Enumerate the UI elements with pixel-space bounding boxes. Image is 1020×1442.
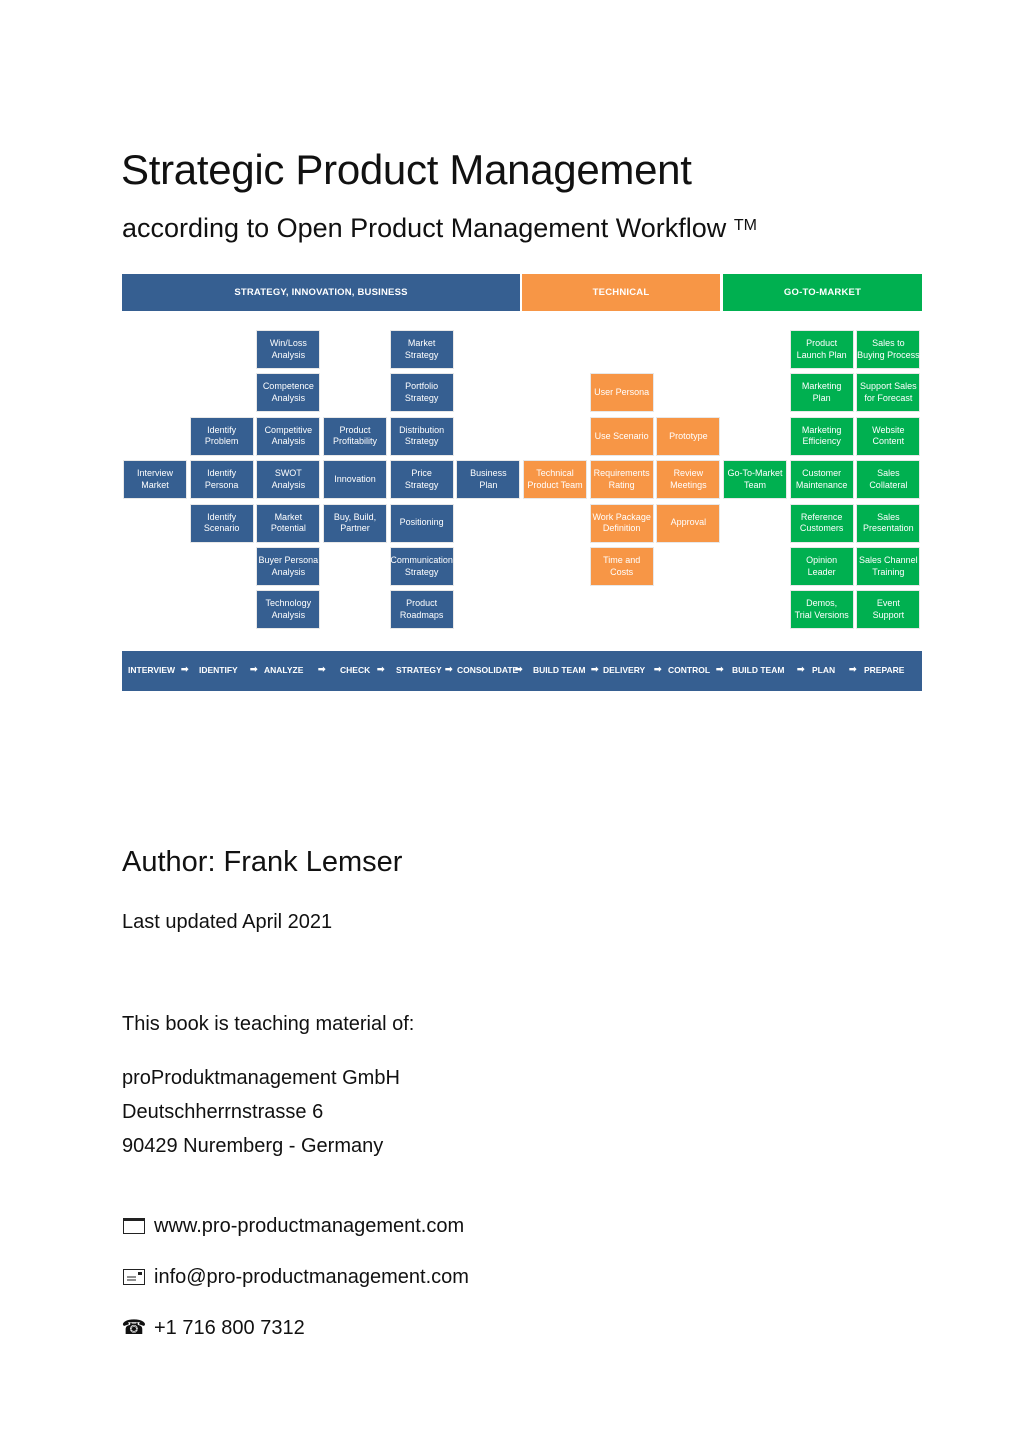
workflow-box-customer-maintenance: Customer Maintenance	[789, 460, 854, 500]
workflow-box-identify-problem: Identify Problem	[189, 416, 254, 456]
flow-step: PLAN	[812, 665, 836, 675]
workflow-box-communication-strategy: Communication Strategy	[389, 547, 454, 586]
page-title: Strategic Product Management	[121, 146, 692, 193]
contact-email: info@pro-productmanagement.com	[122, 1263, 469, 1291]
workflow-box-approval: Approval	[656, 503, 721, 543]
workflow-box-marketing-plan: Marketing Plan	[789, 373, 854, 413]
author: Author: Frank Lemser	[122, 846, 403, 878]
last-updated: Last updated April 2021	[122, 911, 333, 933]
workflow-box-time-and-costs: Time and Costs	[589, 547, 654, 586]
workflow-box-sales-channel-training: Sales Channel Training	[856, 547, 921, 586]
trademark-mark: TM	[733, 217, 757, 234]
email-link[interactable]: info@pro-productmanagement.com	[154, 1263, 469, 1291]
workflow-box-product-launch-plan: Product Launch Plan	[789, 330, 854, 369]
workflow-box-buy-build-partner: Buy, Build, Partner	[323, 503, 387, 543]
header-strategy: STRATEGY, INNOVATION, BUSINESS	[122, 274, 520, 311]
flow-arrow-icon: ➡	[797, 664, 805, 674]
workflow-box-business-plan: Business Plan	[456, 460, 521, 500]
flow-step: PREPARE	[864, 665, 905, 675]
workflow-box-market-strategy: Market Strategy	[389, 330, 454, 369]
flow-step: BUILD TEAM	[533, 665, 586, 675]
workflow-box-product-roadmaps: Product Roadmaps	[389, 590, 454, 630]
flow-arrow-icon: ➡	[849, 664, 857, 674]
workflow-box-interview-market: Interview Market	[123, 460, 187, 500]
company-name: proProduktmanagement GmbH	[122, 1067, 400, 1089]
workflow-box-event-support: Event Support	[856, 590, 921, 630]
header-technical: TECHNICAL	[522, 274, 720, 311]
workflow-box-innovation: Innovation	[323, 460, 387, 500]
email-icon	[122, 1268, 146, 1286]
flow-step: DELIVERY	[603, 665, 646, 675]
workflow-box-portfolio-strategy: Portfolio Strategy	[389, 373, 454, 413]
workflow-box-price-strategy: Price Strategy	[389, 460, 454, 500]
teaching-note: This book is teaching material of:	[122, 1013, 415, 1035]
web-window-icon	[122, 1217, 146, 1235]
phone-number: +1 716 800 7312	[154, 1317, 305, 1339]
page-subtitle: according to Open Product Management Wor…	[122, 208, 757, 248]
workflow-box-review-meetings: Review Meetings	[656, 460, 721, 500]
workflow-box-demos-trial-versions: Demos, Trial Versions	[789, 590, 854, 630]
flow-step: INTERVIEW	[128, 665, 176, 675]
workflow-box-swot-analysis: SWOT Analysis	[256, 460, 321, 500]
workflow-box-user-persona: User Persona	[589, 373, 654, 413]
workflow-box-work-package-definition: Work Package Definition	[589, 503, 654, 543]
workflow-box-distribution-strategy: Distribution Strategy	[389, 416, 454, 456]
flow-step: ANALYZE	[264, 665, 304, 675]
workflow-box-reference-customers: Reference Customers	[789, 503, 854, 543]
workflow-box-sales-collateral: Sales Collateral	[856, 460, 921, 500]
workflow-box-positioning: Positioning	[389, 503, 454, 543]
workflow-box-sales-presentation: Sales Presentation	[856, 503, 921, 543]
workflow-box-buyer-persona-analysis: Buyer Persona Analysis	[256, 547, 321, 586]
flow-arrow-icon: ➡	[377, 664, 385, 674]
flow-arrow-icon: ➡	[318, 664, 326, 674]
website-link[interactable]: www.pro-productmanagement.com	[154, 1212, 464, 1240]
header-go-to-market: GO-TO-MARKET	[723, 274, 922, 311]
flow-step: BUILD TEAM	[732, 665, 785, 675]
company-address: proProduktmanagement GmbH Deutschherrnst…	[122, 1061, 400, 1163]
workflow-box-identify-persona: Identify Persona	[189, 460, 254, 500]
workflow-flow-bar: INTERVIEW ➡ IDENTIFY ➡ ANALYZE ➡ CHECK ➡ STRATEG…	[122, 651, 922, 691]
workflow-box-marketing-efficiency: Marketing Efficiency	[789, 416, 854, 456]
workflow-box-identify-scenario: Identify Scenario	[189, 503, 254, 543]
flow-step: CONSOLIDATE	[457, 665, 519, 675]
company-street: Deutschherrnstrasse 6	[122, 1101, 324, 1123]
contact-website: www.pro-productmanagement.com	[122, 1212, 464, 1240]
flow-arrow-icon: ➡	[181, 664, 189, 674]
workflow-box-sales-to-buying-process: Sales to Buying Process	[856, 330, 921, 369]
workflow-box-product-profitability: Product Profitability	[323, 416, 387, 456]
subtitle-text: according to Open Product Management Wor…	[122, 213, 727, 243]
workflow-box-market-potential: Market Potential	[256, 503, 321, 543]
flow-arrow-icon: ➡	[716, 664, 724, 674]
workflow-diagram: STRATEGY, INNOVATION, BUSINESS TECHNICAL…	[122, 274, 922, 692]
flow-arrow-icon: ➡	[445, 664, 453, 674]
workflow-box-win-loss-analysis: Win/Loss Analysis	[256, 330, 321, 369]
contact-phone: ☎ +1 716 800 7312	[122, 1314, 305, 1342]
flow-arrow-icon: ➡	[515, 664, 523, 674]
workflow-box-go-to-market-team: Go-To-Market Team	[723, 460, 787, 500]
workflow-box-prototype: Prototype	[656, 416, 721, 456]
workflow-box-website-content: Website Content	[856, 416, 921, 456]
flow-step: STRATEGY	[396, 665, 442, 675]
flow-step: IDENTIFY	[199, 665, 238, 675]
flow-arrow-icon: ➡	[250, 664, 258, 674]
phone-icon: ☎	[121, 1317, 147, 1339]
flow-step: CHECK	[340, 665, 371, 675]
flow-step: CONTROL	[668, 665, 711, 675]
workflow-box-requirements-rating: Requirements Rating	[589, 460, 654, 500]
workflow-box-technical-product-team: Technical Product Team	[523, 460, 587, 500]
flow-arrow-icon: ➡	[654, 664, 662, 674]
workflow-box-competitive-analysis: Competitive Analysis	[256, 416, 321, 456]
flow-arrow-icon: ➡	[591, 664, 599, 674]
workflow-box-opinion-leader: Opinion Leader	[789, 547, 854, 586]
workflow-box-competence-analysis: Competence Analysis	[256, 373, 321, 413]
company-city: 90429 Nuremberg - Germany	[122, 1135, 384, 1157]
workflow-box-support-sales-for-forecast: Support Sales for Forecast	[856, 373, 921, 413]
workflow-box-technology-analysis: Technology Analysis	[256, 590, 321, 630]
workflow-box-use-scenario: Use Scenario	[589, 416, 654, 456]
